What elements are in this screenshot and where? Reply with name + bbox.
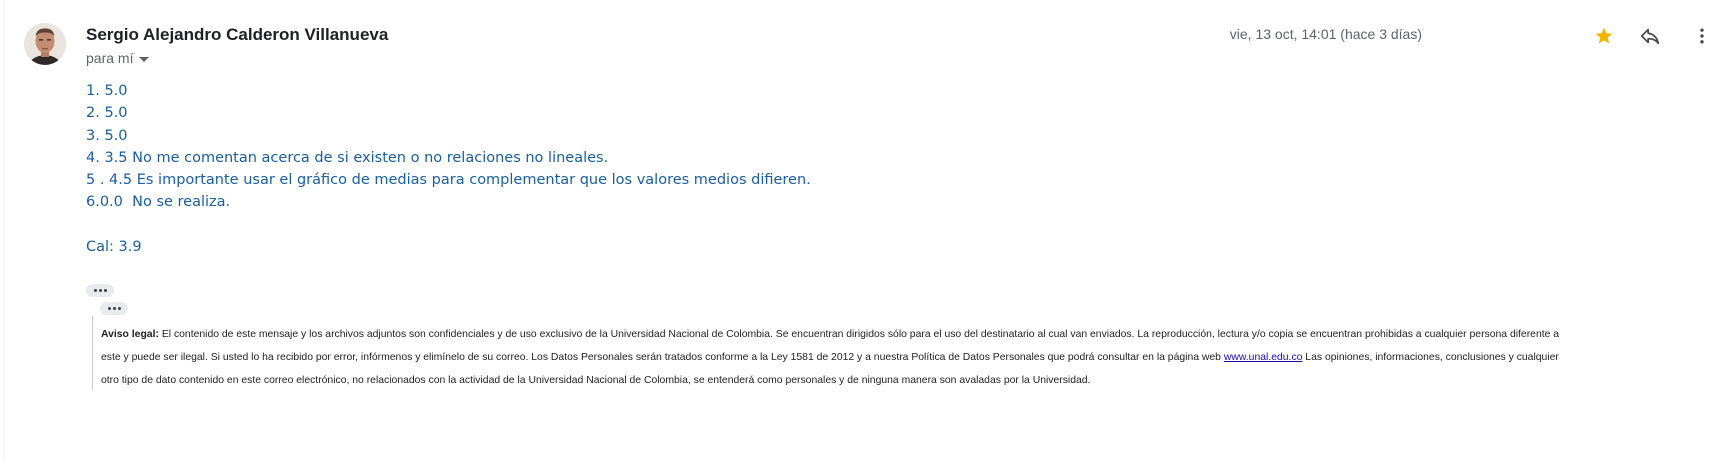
star-button[interactable] (1590, 22, 1618, 50)
legal-title: Aviso legal: (101, 329, 159, 340)
recipient-label: para mí (86, 50, 134, 66)
dot-icon (93, 289, 97, 292)
body-line: 2. 5.0 (86, 105, 128, 122)
body-line: 1. 5.0 (86, 83, 128, 99)
message-date: vie, 13 oct, 14:01 (hace 3 días) (1229, 26, 1422, 42)
avatar-photo (24, 23, 66, 65)
sender-name[interactable]: Sergio Alejandro Calderon Villanueva (86, 25, 388, 45)
dot-icon (117, 307, 121, 310)
chevron-down-icon (139, 56, 150, 62)
dot-icon (112, 307, 116, 310)
legal-notice: Aviso legal: El contenido de este mensaj… (101, 323, 1561, 392)
message-body: 1. 5.0 2. 5.0 3. 5.0 4. 3.5 No me coment… (86, 80, 811, 258)
body-line: 4. 3.5 No me comentan acerca de si exist… (86, 149, 609, 166)
body-line: 3. 5.0 (86, 127, 128, 144)
dot-icon (103, 289, 107, 292)
website-link[interactable]: www.unal.edu.co (1224, 352, 1303, 363)
reply-icon (1640, 28, 1660, 45)
dot-icon (107, 307, 111, 310)
body-line: 6.0.0 No se realiza. (86, 194, 231, 211)
more-options-button[interactable] (1688, 22, 1716, 50)
reply-button[interactable] (1636, 22, 1664, 50)
show-trimmed-content-button[interactable] (86, 284, 114, 297)
more-vert-icon (1700, 28, 1704, 44)
avatar[interactable] (24, 23, 66, 65)
star-icon (1595, 27, 1613, 44)
body-line: 5 . 4.5 Es importante usar el gráfico de… (86, 172, 811, 189)
grade-line: Cal: 3.9 (86, 239, 142, 256)
recipient-details-toggle[interactable]: para mí (86, 50, 150, 66)
show-quoted-text-button[interactable] (100, 302, 128, 315)
dot-icon (98, 289, 102, 292)
